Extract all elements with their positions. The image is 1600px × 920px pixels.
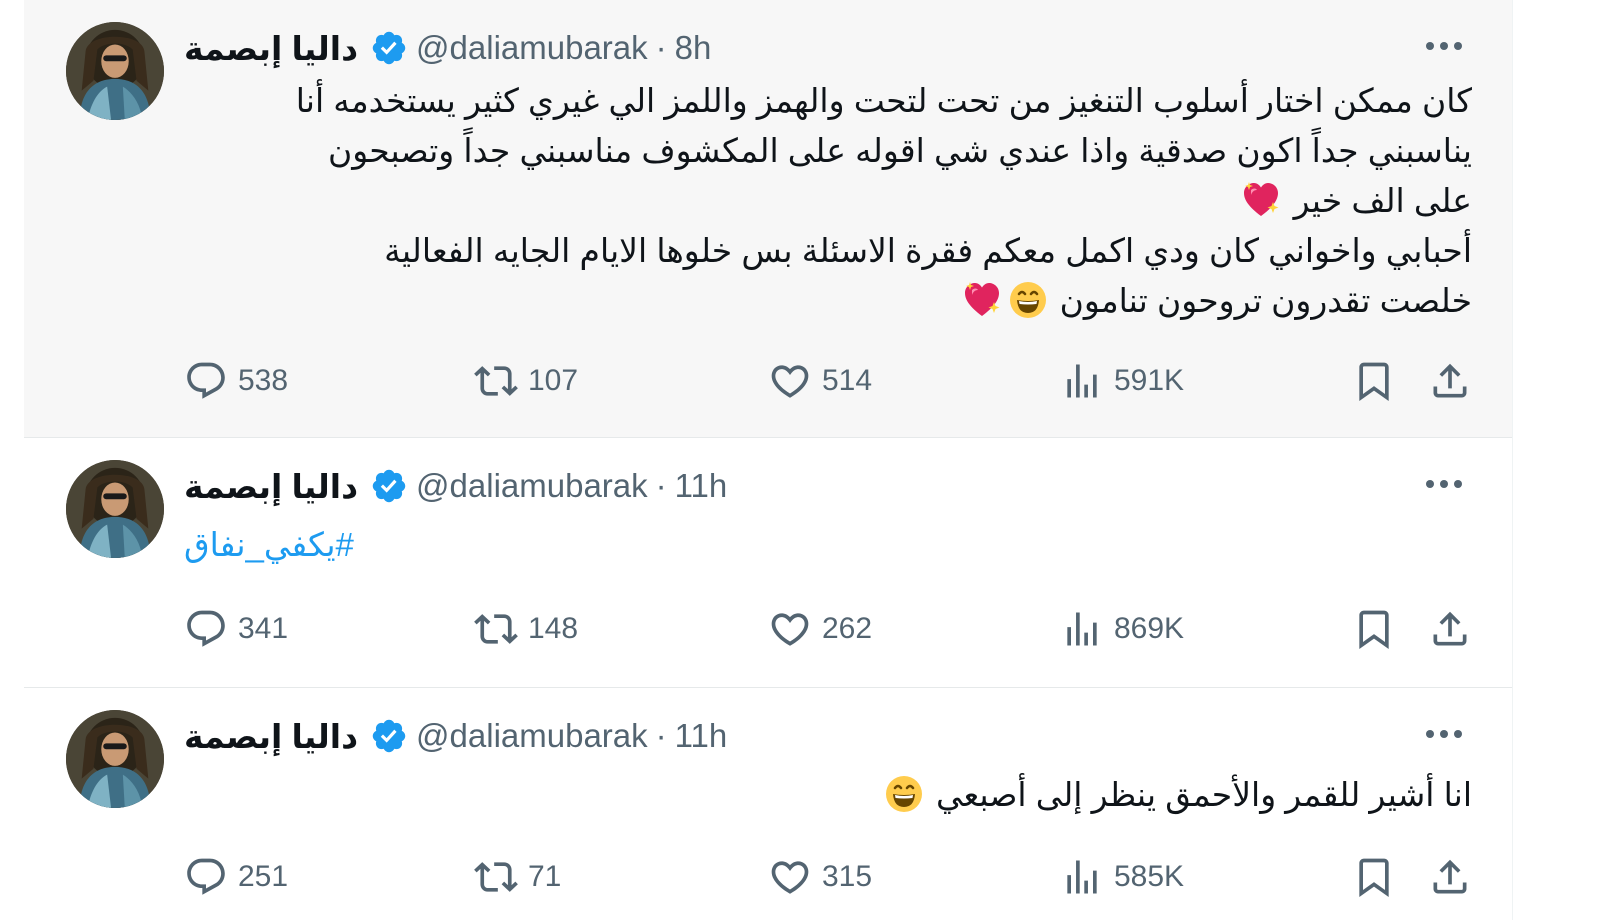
reply-button[interactable]: 538 bbox=[184, 356, 288, 406]
author-name[interactable]: داليا إبصمة bbox=[184, 29, 358, 68]
retweet-button[interactable]: 107 bbox=[474, 356, 578, 406]
share-icon bbox=[1428, 359, 1472, 403]
share-button[interactable] bbox=[1428, 356, 1472, 406]
avatar[interactable] bbox=[66, 460, 164, 558]
bookmark-icon bbox=[1352, 855, 1396, 899]
views-icon bbox=[1060, 607, 1104, 651]
reply-button[interactable]: 341 bbox=[184, 604, 288, 654]
bookmark-icon bbox=[1352, 607, 1396, 651]
reply-icon bbox=[184, 607, 228, 651]
separator-dot: · bbox=[655, 467, 667, 504]
author-handle[interactable]: @daliamubarak bbox=[416, 467, 648, 505]
separator-dot: · bbox=[655, 717, 667, 754]
reply-count: 251 bbox=[238, 860, 289, 893]
heart-icon bbox=[768, 607, 812, 651]
tweet-header: داليا إبصمة @daliamubarak · 8h bbox=[184, 26, 711, 70]
more-icon[interactable] bbox=[1422, 466, 1466, 502]
reply-count: 341 bbox=[238, 612, 289, 645]
tweet-text-segment: خلصت تقدرون تروحون تنامون bbox=[1059, 282, 1472, 319]
tweet-actions: 251 71 315 585K bbox=[24, 852, 1512, 902]
tweet-text-line: انا أشير للقمر والأحمق ينظر إلى أصبعي bbox=[881, 770, 1472, 820]
tweet-text-line: كان ممكن اختار أسلوب التنغيز من تحت لتحت… bbox=[295, 82, 1472, 119]
tweet-header: داليا إبصمة @daliamubarak · 11h bbox=[184, 464, 727, 508]
views-button[interactable]: 591K bbox=[1060, 356, 1184, 406]
sparkling-heart-emoji bbox=[1241, 180, 1281, 220]
retweet-button[interactable]: 148 bbox=[474, 604, 578, 654]
avatar[interactable] bbox=[66, 22, 164, 120]
reply-icon bbox=[184, 855, 228, 899]
view-count: 585K bbox=[1114, 860, 1185, 893]
views-button[interactable]: 869K bbox=[1060, 604, 1184, 654]
tweet-text-segment: انا أشير للقمر والأحمق ينظر إلى أصبعي bbox=[935, 776, 1472, 813]
tweet-text-line: على الف خير bbox=[296, 176, 1472, 226]
sparkling-heart-emoji bbox=[962, 280, 1002, 320]
verified-badge-icon[interactable] bbox=[370, 717, 408, 755]
grinning-face-emoji bbox=[884, 774, 924, 814]
tweet-header: داليا إبصمة @daliamubarak · 11h bbox=[184, 714, 727, 758]
tweet[interactable]: داليا إبصمة @daliamubarak · 11h انا أشير… bbox=[24, 688, 1512, 920]
reply-count: 538 bbox=[238, 364, 289, 397]
share-button[interactable] bbox=[1428, 852, 1472, 902]
retweet-count: 148 bbox=[528, 612, 579, 645]
more-icon[interactable] bbox=[1422, 716, 1466, 752]
tweet-actions: 341 148 262 869K bbox=[24, 604, 1512, 654]
like-button[interactable]: 262 bbox=[768, 604, 872, 654]
tweet-time[interactable]: 8h bbox=[675, 29, 712, 67]
bookmark-icon bbox=[1352, 359, 1396, 403]
tweet[interactable]: داليا إبصمة @daliamubarak · 11h #يكفي_نف… bbox=[24, 438, 1512, 688]
retweet-button[interactable]: 71 bbox=[474, 852, 561, 902]
retweet-icon bbox=[474, 607, 518, 651]
tweet-time[interactable]: 11h bbox=[675, 717, 728, 755]
retweet-count: 107 bbox=[528, 364, 579, 397]
reply-button[interactable]: 251 bbox=[184, 852, 288, 902]
tweet[interactable]: داليا إبصمة @daliamubarak · 8h كان ممكن … bbox=[24, 0, 1512, 438]
hashtag-link[interactable]: #يكفي_نفاق bbox=[184, 520, 354, 570]
tweet-text-line: يناسبني جداً اكون صدقية واذا عندي شي اقو… bbox=[327, 132, 1472, 169]
views-icon bbox=[1060, 855, 1104, 899]
avatar[interactable] bbox=[66, 710, 164, 808]
like-count: 514 bbox=[822, 364, 873, 397]
retweet-count: 71 bbox=[528, 860, 562, 893]
retweet-icon bbox=[474, 855, 518, 899]
like-button[interactable]: 514 bbox=[768, 356, 872, 406]
tweet-text: #يكفي_نفاق bbox=[184, 520, 354, 570]
tweet-text-line: خلصت تقدرون تروحون تنامون bbox=[296, 276, 1472, 326]
bookmark-button[interactable] bbox=[1352, 356, 1396, 406]
share-icon bbox=[1428, 607, 1472, 651]
verified-badge-icon[interactable] bbox=[370, 467, 408, 505]
column-divider bbox=[1512, 0, 1513, 920]
author-handle[interactable]: @daliamubarak bbox=[416, 717, 648, 755]
bookmark-button[interactable] bbox=[1352, 604, 1396, 654]
view-count: 869K bbox=[1114, 612, 1185, 645]
reply-icon bbox=[184, 359, 228, 403]
tweet-text: كان ممكن اختار أسلوب التنغيز من تحت لتحت… bbox=[296, 76, 1472, 326]
heart-icon bbox=[768, 855, 812, 899]
like-button[interactable]: 315 bbox=[768, 852, 872, 902]
views-icon bbox=[1060, 359, 1104, 403]
more-icon[interactable] bbox=[1422, 28, 1466, 64]
tweet-time[interactable]: 11h bbox=[675, 467, 728, 505]
heart-icon bbox=[768, 359, 812, 403]
tweet-text-segment: على الف خير bbox=[1293, 182, 1472, 219]
verified-badge-icon[interactable] bbox=[370, 29, 408, 67]
like-count: 315 bbox=[822, 860, 873, 893]
author-name[interactable]: داليا إبصمة bbox=[184, 717, 358, 756]
tweet-actions: 538 107 514 591K bbox=[24, 356, 1512, 406]
like-count: 262 bbox=[822, 612, 873, 645]
share-icon bbox=[1428, 855, 1472, 899]
view-count: 591K bbox=[1114, 364, 1185, 397]
grinning-face-emoji bbox=[1008, 280, 1048, 320]
tweet-text: انا أشير للقمر والأحمق ينظر إلى أصبعي bbox=[881, 770, 1472, 820]
retweet-icon bbox=[474, 359, 518, 403]
bookmark-button[interactable] bbox=[1352, 852, 1396, 902]
views-button[interactable]: 585K bbox=[1060, 852, 1184, 902]
separator-dot: · bbox=[655, 29, 667, 66]
author-handle[interactable]: @daliamubarak bbox=[416, 29, 648, 67]
tweet-feed: داليا إبصمة @daliamubarak · 8h كان ممكن … bbox=[24, 0, 1512, 920]
tweet-text-line: أحبابي واخواني كان ودي اكمل معكم فقرة ال… bbox=[384, 232, 1472, 269]
author-name[interactable]: داليا إبصمة bbox=[184, 467, 358, 506]
share-button[interactable] bbox=[1428, 604, 1472, 654]
